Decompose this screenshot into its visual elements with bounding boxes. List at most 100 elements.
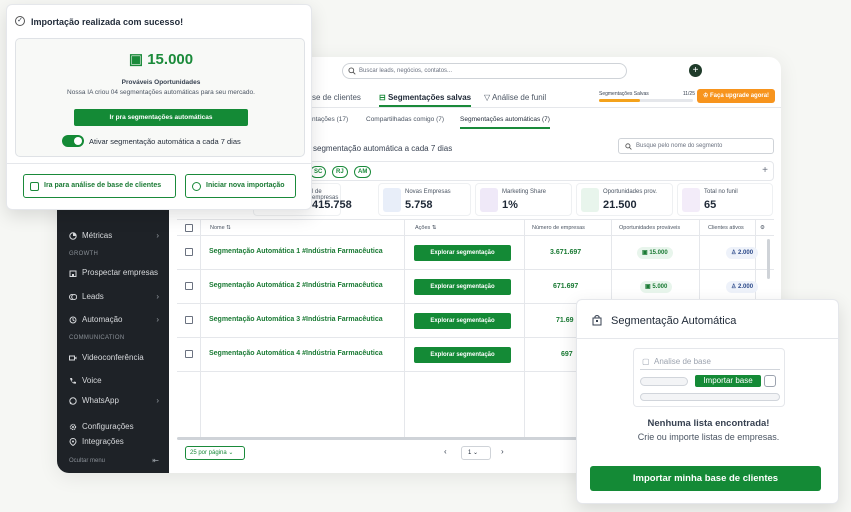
explore-segment-button[interactable]: Explorar segmentação bbox=[414, 313, 511, 329]
clients-pill: ♙ 2.000 bbox=[726, 247, 759, 259]
add-button[interactable]: + bbox=[689, 64, 702, 77]
empty-subtitle: Crie ou importe listas de empresas. bbox=[637, 432, 780, 442]
illustration-button: Importar base bbox=[695, 375, 761, 387]
col-oportunidades[interactable]: Oportunidades prováveis bbox=[619, 220, 680, 237]
global-search-input[interactable]: Buscar leads, negócios, contatos... bbox=[342, 63, 627, 79]
sidebar-item-automacao[interactable]: Automação › bbox=[69, 315, 159, 324]
segment-search-input[interactable]: Busque pelo nome do segmento bbox=[618, 138, 774, 154]
card-divider bbox=[577, 338, 840, 339]
toggle-label: Ativar segmentação automática a cada 7 d… bbox=[89, 137, 241, 146]
hide-menu-button[interactable]: Ocultar menu ⇤ bbox=[69, 456, 159, 465]
opportunities-pill: ▣ 15.000 bbox=[637, 247, 673, 259]
sidebar-item-leads[interactable]: Leads › bbox=[69, 292, 159, 301]
header-label: Ações bbox=[415, 225, 431, 231]
stat-oportunidades: Oportunidades prov. 21.500 bbox=[576, 183, 673, 216]
chevron-right-icon: › bbox=[156, 315, 159, 324]
sidebar-item-label: Voice bbox=[82, 376, 102, 385]
table-header: Nome ⇅ Ações ⇅ Número de empresas Oportu… bbox=[177, 219, 774, 236]
sidebar-item-configuracoes[interactable]: Configurações bbox=[69, 422, 159, 431]
companies-count: 3.671.697 bbox=[550, 249, 582, 256]
go-auto-segmentations-button[interactable]: Ir pra segmentações automáticas bbox=[74, 109, 248, 126]
chevron-right-icon: › bbox=[156, 231, 159, 240]
subtab-compartilhadas[interactable]: Compartilhadas comigo (7) bbox=[366, 116, 444, 123]
plug-icon bbox=[69, 437, 77, 446]
section-label: COMMUNICATION bbox=[69, 335, 125, 341]
col-nome[interactable]: Nome ⇅ bbox=[210, 220, 231, 237]
modal-title: Importação realizada com sucesso! bbox=[31, 17, 184, 27]
funnel-icon: ▽ bbox=[484, 93, 492, 102]
explore-segment-button[interactable]: Explorar segmentação bbox=[414, 279, 511, 295]
sidebar-item-label: Integrações bbox=[82, 437, 124, 446]
segment-name-link[interactable]: Segmentação Automática 3 #Indústria Farm… bbox=[209, 316, 383, 323]
progress-fill bbox=[599, 99, 641, 102]
search-icon bbox=[348, 67, 356, 75]
segment-name-link[interactable]: Segmentação Automática 2 #Indústria Farm… bbox=[209, 282, 383, 289]
plus-icon: + bbox=[692, 65, 699, 76]
row-checkbox[interactable] bbox=[185, 248, 193, 256]
illustration-label: Analise de base bbox=[654, 357, 711, 366]
tab-segmentacoes-salvas[interactable]: ⊟ Segmentações salvas bbox=[379, 93, 472, 107]
chart-icon bbox=[69, 231, 77, 240]
building-icon bbox=[383, 188, 401, 212]
sidebar-item-integracoes[interactable]: Integrações bbox=[69, 437, 159, 446]
explore-segment-button[interactable]: Explorar segmentação bbox=[414, 347, 511, 363]
tab-base-clientes[interactable]: se de clientes bbox=[312, 93, 361, 102]
sidebar-item-prospectar[interactable]: Prospectar empresas bbox=[69, 268, 159, 277]
companies-count: 71.69 bbox=[556, 317, 574, 324]
user-icon: ♙ bbox=[731, 284, 739, 290]
sidebar-item-label: WhatsApp bbox=[82, 396, 119, 405]
segments-saved-label: Segmentações Salvas bbox=[599, 91, 649, 97]
segment-name-link[interactable]: Segmentação Automática 4 #Indústria Farm… bbox=[209, 350, 383, 357]
automation-icon bbox=[69, 316, 77, 323]
sidebar-item-metricas[interactable]: Métricas › bbox=[69, 231, 159, 240]
next-page-button[interactable]: › bbox=[501, 447, 504, 456]
stat-label: Oportunidades prov. bbox=[603, 189, 657, 195]
empty-state-illustration: ▢ Analise de base Importar base bbox=[633, 348, 785, 407]
col-acoes[interactable]: Ações ⇅ bbox=[415, 220, 436, 237]
upgrade-button[interactable]: ♔ Faça upgrade agora! bbox=[697, 89, 775, 103]
tab-label: Análise de funil bbox=[491, 93, 547, 102]
col-empresas[interactable]: Número de empresas bbox=[532, 220, 585, 237]
chart-icon bbox=[30, 182, 39, 191]
segment-name-link[interactable]: Segmentação Automática 1 #Indústria Farm… bbox=[209, 248, 383, 255]
row-checkbox[interactable] bbox=[185, 316, 193, 324]
bag-icon bbox=[592, 315, 602, 326]
subtab-automaticas[interactable]: Segmentações automáticas (7) bbox=[460, 116, 550, 129]
chip-rj[interactable]: RJ bbox=[332, 166, 348, 178]
sidebar-item-voice[interactable]: Voice bbox=[69, 376, 159, 385]
auto-segmentation-toggle[interactable] bbox=[62, 135, 84, 147]
new-import-button[interactable]: Iniciar nova importação bbox=[185, 174, 296, 198]
pill-value: 2.000 bbox=[738, 250, 754, 256]
select-all-checkbox[interactable] bbox=[185, 224, 193, 232]
explore-segment-button[interactable]: Explorar segmentação bbox=[414, 245, 511, 261]
sidebar-item-videoconferencia[interactable]: Videoconferência bbox=[69, 353, 159, 362]
toggle-knob bbox=[74, 137, 82, 145]
page-select[interactable]: 1 ⌄ bbox=[461, 446, 491, 460]
add-filter-icon[interactable]: + bbox=[762, 165, 768, 176]
stat-value: 1% bbox=[502, 199, 518, 211]
chip-sc[interactable]: SC bbox=[310, 166, 327, 178]
row-checkbox[interactable] bbox=[185, 282, 193, 290]
import-client-base-button[interactable]: Importar minha base de clientes bbox=[590, 466, 821, 491]
card-title: Segmentação Automática bbox=[611, 315, 737, 327]
modal-divider bbox=[7, 163, 313, 164]
chevron-right-icon: › bbox=[156, 396, 159, 405]
tab-analise-funil[interactable]: ▽ Análise de funil bbox=[484, 93, 546, 102]
sidebar-item-label: Leads bbox=[82, 292, 104, 301]
horizontal-scrollbar[interactable] bbox=[177, 437, 577, 440]
segments-saved-counter: Segmentações Salvas 11/25 bbox=[599, 91, 695, 97]
vertical-scrollbar[interactable] bbox=[767, 239, 770, 279]
illustration-icon bbox=[764, 375, 776, 387]
subtab-minhas[interactable]: ntações (17) bbox=[312, 116, 348, 123]
prev-page-button[interactable]: ‹ bbox=[444, 447, 447, 456]
chip-am[interactable]: AM bbox=[354, 166, 372, 178]
sidebar-item-whatsapp[interactable]: WhatsApp › bbox=[69, 396, 159, 405]
empty-title: Nenhuma lista encontrada! bbox=[647, 418, 770, 429]
row-checkbox[interactable] bbox=[185, 350, 193, 358]
col-clientes[interactable]: Clientes ativos bbox=[708, 220, 744, 237]
pill-value: 2.000 bbox=[738, 284, 754, 290]
settings-icon[interactable]: ⚙ bbox=[760, 220, 765, 237]
go-client-analysis-button[interactable]: Ira para análise de base de clientes bbox=[23, 174, 176, 198]
per-page-select[interactable]: 25 por página ⌄ bbox=[185, 446, 245, 460]
share-icon bbox=[480, 188, 498, 212]
